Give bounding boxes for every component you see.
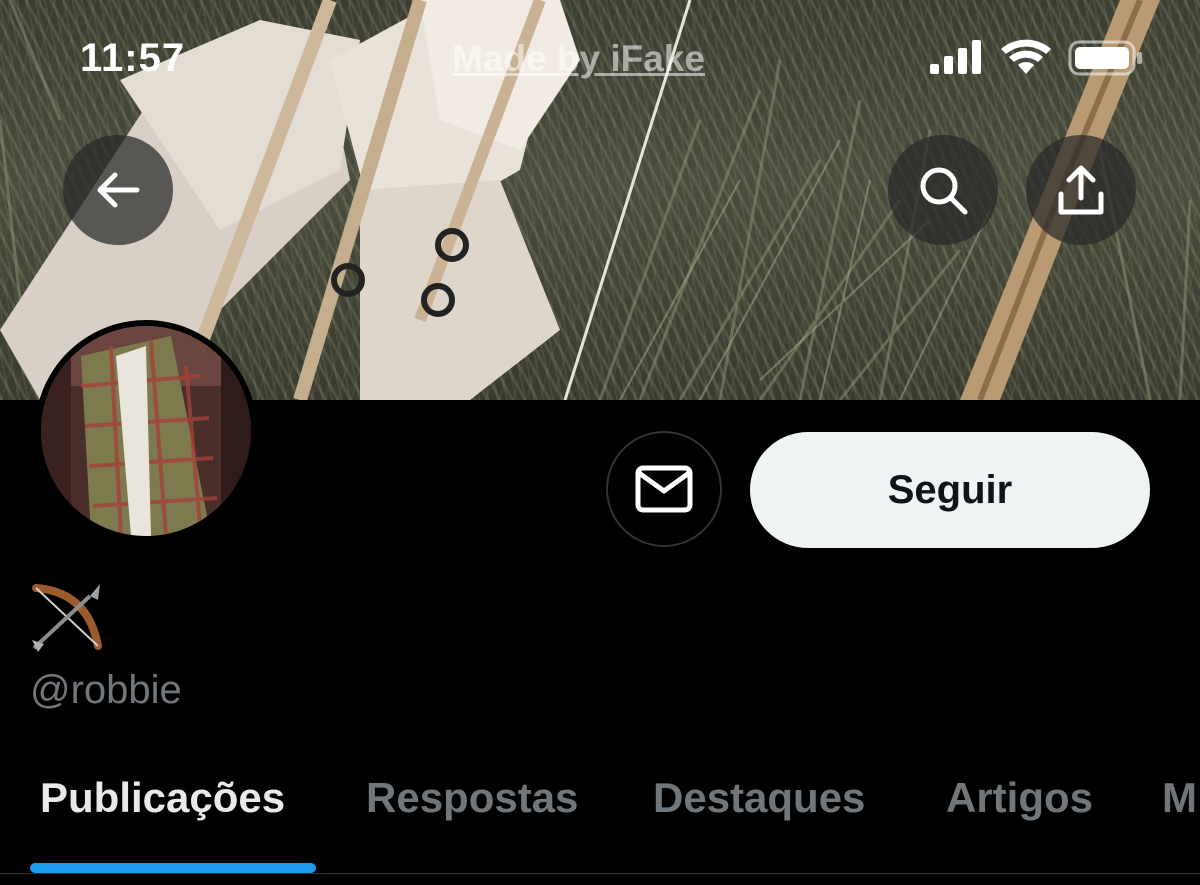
- share-button[interactable]: [1026, 135, 1136, 245]
- tabs-divider: [0, 873, 1200, 874]
- follow-button[interactable]: Seguir: [750, 432, 1150, 548]
- search-button[interactable]: [888, 135, 998, 245]
- message-button[interactable]: [606, 431, 722, 547]
- tab-artigos[interactable]: Artigos: [946, 774, 1093, 822]
- avatar[interactable]: [35, 320, 257, 542]
- wifi-icon: [1001, 39, 1051, 74]
- status-time: 11:57: [80, 36, 186, 80]
- search-icon: [920, 167, 968, 215]
- tab-destaques[interactable]: Destaques: [653, 774, 865, 822]
- watermark-text: Made by iFake: [452, 38, 705, 79]
- tab-respostas[interactable]: Respostas: [366, 774, 578, 822]
- tab-publicacoes[interactable]: Publicações: [40, 774, 285, 822]
- profile-tabs: Publicações Respostas Destaques Artigos …: [0, 760, 1200, 885]
- envelope-icon: [635, 465, 693, 513]
- status-icons: [928, 38, 1143, 87]
- avatar-image: [41, 326, 251, 536]
- battery-icon: [1068, 40, 1142, 76]
- profile-handle: @robbie: [30, 668, 182, 712]
- tab-more-partial[interactable]: M: [1162, 774, 1197, 822]
- active-tab-indicator: [30, 863, 316, 873]
- back-button[interactable]: [63, 135, 173, 245]
- share-upload-icon: [1058, 165, 1104, 215]
- arrow-left-icon: [97, 172, 140, 208]
- cellular-signal-icon: [930, 40, 981, 74]
- display-name: [28, 582, 104, 659]
- bow-and-arrow-emoji: [32, 584, 102, 652]
